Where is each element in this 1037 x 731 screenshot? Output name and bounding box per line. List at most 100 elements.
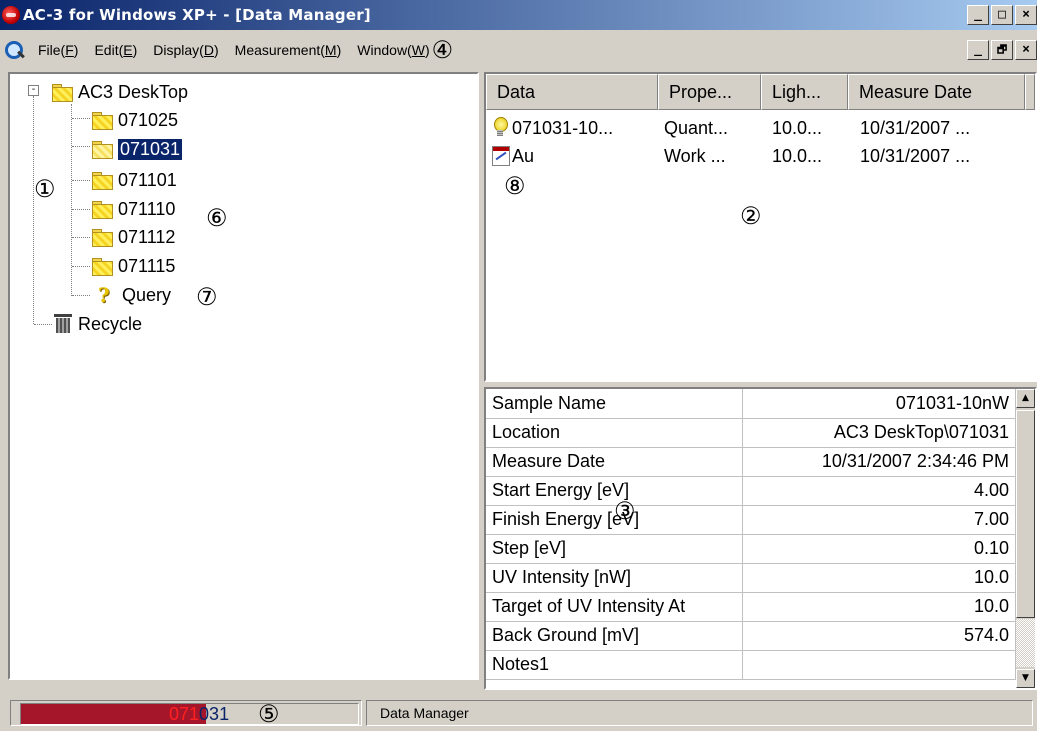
mdi-restore-button[interactable]: 🗗	[991, 40, 1013, 60]
tree-item-folder[interactable]: 071110	[92, 195, 175, 223]
column-header-property[interactable]: Prope...	[658, 74, 761, 110]
tree-item-label: 071025	[118, 109, 179, 130]
folder-icon	[92, 257, 113, 276]
property-row[interactable]: Step [eV] 0.10	[486, 534, 1016, 564]
progress-text: 071031	[169, 704, 230, 724]
tree-item-root[interactable]: AC3 DeskTop	[52, 78, 188, 106]
window-title: AC-3 for Windows XP+ - [Data Manager]	[23, 6, 371, 24]
tree-item-folder[interactable]: 071025	[92, 106, 178, 134]
tree-connector	[72, 295, 90, 296]
annotation-4: ④	[431, 36, 454, 64]
tree-connector	[72, 180, 90, 181]
tree-connector	[72, 237, 90, 238]
tree-connector	[72, 146, 90, 147]
annotation-3: ③	[614, 497, 636, 525]
property-value[interactable]	[742, 650, 1016, 680]
close-button[interactable]: ×	[1015, 5, 1037, 25]
property-row[interactable]: Finish Energy [eV] 7.00	[486, 505, 1016, 535]
column-header-filler	[1025, 74, 1035, 110]
annotation-1: ①	[34, 175, 56, 203]
annotation-8: ⑧	[504, 172, 526, 200]
property-value[interactable]: 4.00	[742, 476, 1016, 506]
property-value[interactable]: 7.00	[742, 505, 1016, 535]
scroll-up-arrow[interactable]: ▲	[1016, 389, 1035, 408]
maximize-button[interactable]: □	[991, 5, 1013, 25]
vertical-scrollbar[interactable]: ▲ ▼	[1016, 389, 1035, 688]
open-folder-icon	[92, 140, 113, 159]
tree-item-label: 071101	[118, 169, 177, 190]
property-value[interactable]: 574.0	[742, 621, 1016, 651]
property-grid: Sample Name 071031-10nW Location AC3 DeskT…	[486, 389, 1016, 680]
mdi-controls: _ 🗗 ×	[967, 40, 1037, 60]
property-value[interactable]: 10/31/2007 2:34:46 PM	[742, 447, 1016, 477]
property-key: Measure Date	[486, 447, 744, 477]
collapse-toggle[interactable]: -	[28, 85, 39, 96]
tree-item-folder[interactable]: 071101	[92, 166, 177, 194]
cell-property: Work ...	[664, 145, 726, 166]
tree-item-recycle[interactable]: Recycle	[54, 310, 142, 338]
scroll-down-arrow[interactable]: ▼	[1016, 669, 1035, 688]
folder-tree: - AC3 DeskTop 071025 071031 071101 07111…	[10, 74, 477, 678]
property-row[interactable]: Location AC3 DeskTop\071031	[486, 418, 1016, 448]
menu-edit[interactable]: Edit(E)	[86, 42, 145, 58]
folder-icon	[92, 111, 113, 130]
tree-connector	[34, 324, 52, 325]
cell-date: 10/31/2007 ...	[860, 117, 971, 138]
property-row[interactable]: UV Intensity [nW] 10.0	[486, 563, 1016, 593]
scroll-track[interactable]	[1016, 619, 1035, 667]
column-header-light[interactable]: Ligh...	[761, 74, 848, 110]
minimize-button[interactable]: _	[967, 5, 989, 25]
app-icon[interactable]	[2, 6, 20, 24]
mdi-close-button[interactable]: ×	[1015, 40, 1037, 60]
tree-connector	[72, 266, 90, 267]
folder-tree-pane[interactable]: - AC3 DeskTop 071025 071031 071101 07111…	[8, 72, 479, 680]
property-row[interactable]: Measure Date 10/31/2007 2:34:46 PM	[486, 447, 1016, 477]
tree-item-label: AC3 DeskTop	[78, 81, 189, 102]
property-key: Notes1	[486, 650, 744, 680]
folder-icon	[52, 83, 73, 102]
data-list-pane[interactable]: Data Prope... Ligh... Measure Date 07103…	[484, 72, 1037, 382]
scroll-thumb[interactable]	[1016, 410, 1035, 618]
question-icon: ?	[98, 283, 110, 307]
tree-item-label: Query	[122, 284, 172, 305]
menu-file[interactable]: File(F)	[30, 42, 86, 58]
property-value[interactable]: AC3 DeskTop\071031	[742, 418, 1016, 448]
property-key: Location	[486, 418, 744, 448]
magnifier-icon[interactable]	[4, 39, 26, 61]
property-row[interactable]: Start Energy [eV] 4.00	[486, 476, 1016, 506]
list-item[interactable]: 071031-10... Quant... 10.0... 10/31/2007…	[486, 114, 1034, 142]
list-item[interactable]: Au Work ... 10.0... 10/31/2007 ...	[486, 142, 1034, 170]
property-row[interactable]: Sample Name 071031-10nW	[486, 389, 1016, 419]
column-header-measure-date[interactable]: Measure Date	[848, 74, 1025, 110]
annotation-7: ⑦	[196, 283, 218, 311]
property-value[interactable]: 071031-10nW	[742, 389, 1016, 419]
column-header-data[interactable]: Data	[486, 74, 658, 110]
property-row[interactable]: Back Ground [mV] 574.0	[486, 621, 1016, 651]
tree-item-query[interactable]: ? Query	[98, 281, 171, 309]
property-key: Target of UV Intensity At	[486, 592, 744, 622]
cell-data: 071031-10...	[512, 117, 614, 138]
tree-item-folder[interactable]: 071115	[92, 252, 175, 280]
property-value[interactable]: 10.0	[742, 563, 1016, 593]
mdi-minimize-button[interactable]: _	[967, 40, 989, 60]
property-row[interactable]: Target of UV Intensity At 10.0	[486, 592, 1016, 622]
menu-measurement[interactable]: Measurement(M)	[227, 42, 350, 58]
property-value[interactable]: 10.0	[742, 592, 1016, 622]
property-key: Sample Name	[486, 389, 744, 419]
menu-window[interactable]: Window(W)	[349, 42, 431, 58]
cell-data: Au	[512, 145, 535, 166]
status-text: Data Manager	[380, 705, 469, 721]
tree-item-label: 071110	[118, 198, 176, 219]
cell-date: 10/31/2007 ...	[860, 145, 971, 166]
property-grid-pane[interactable]: Sample Name 071031-10nW Location AC3 DeskT…	[484, 387, 1037, 690]
menu-display[interactable]: Display(D)	[145, 42, 226, 58]
tree-item-folder-selected[interactable]: 071031	[92, 135, 184, 163]
tree-item-label: 071031	[116, 137, 184, 161]
tree-item-label: Recycle	[78, 313, 143, 334]
tree-item-folder[interactable]: 071112	[92, 223, 175, 251]
property-value[interactable]: 0.10	[742, 534, 1016, 564]
folder-icon	[92, 228, 113, 247]
property-key: UV Intensity [nW]	[486, 563, 744, 593]
tree-item-label: 071115	[118, 255, 176, 276]
property-row[interactable]: Notes1	[486, 650, 1016, 680]
